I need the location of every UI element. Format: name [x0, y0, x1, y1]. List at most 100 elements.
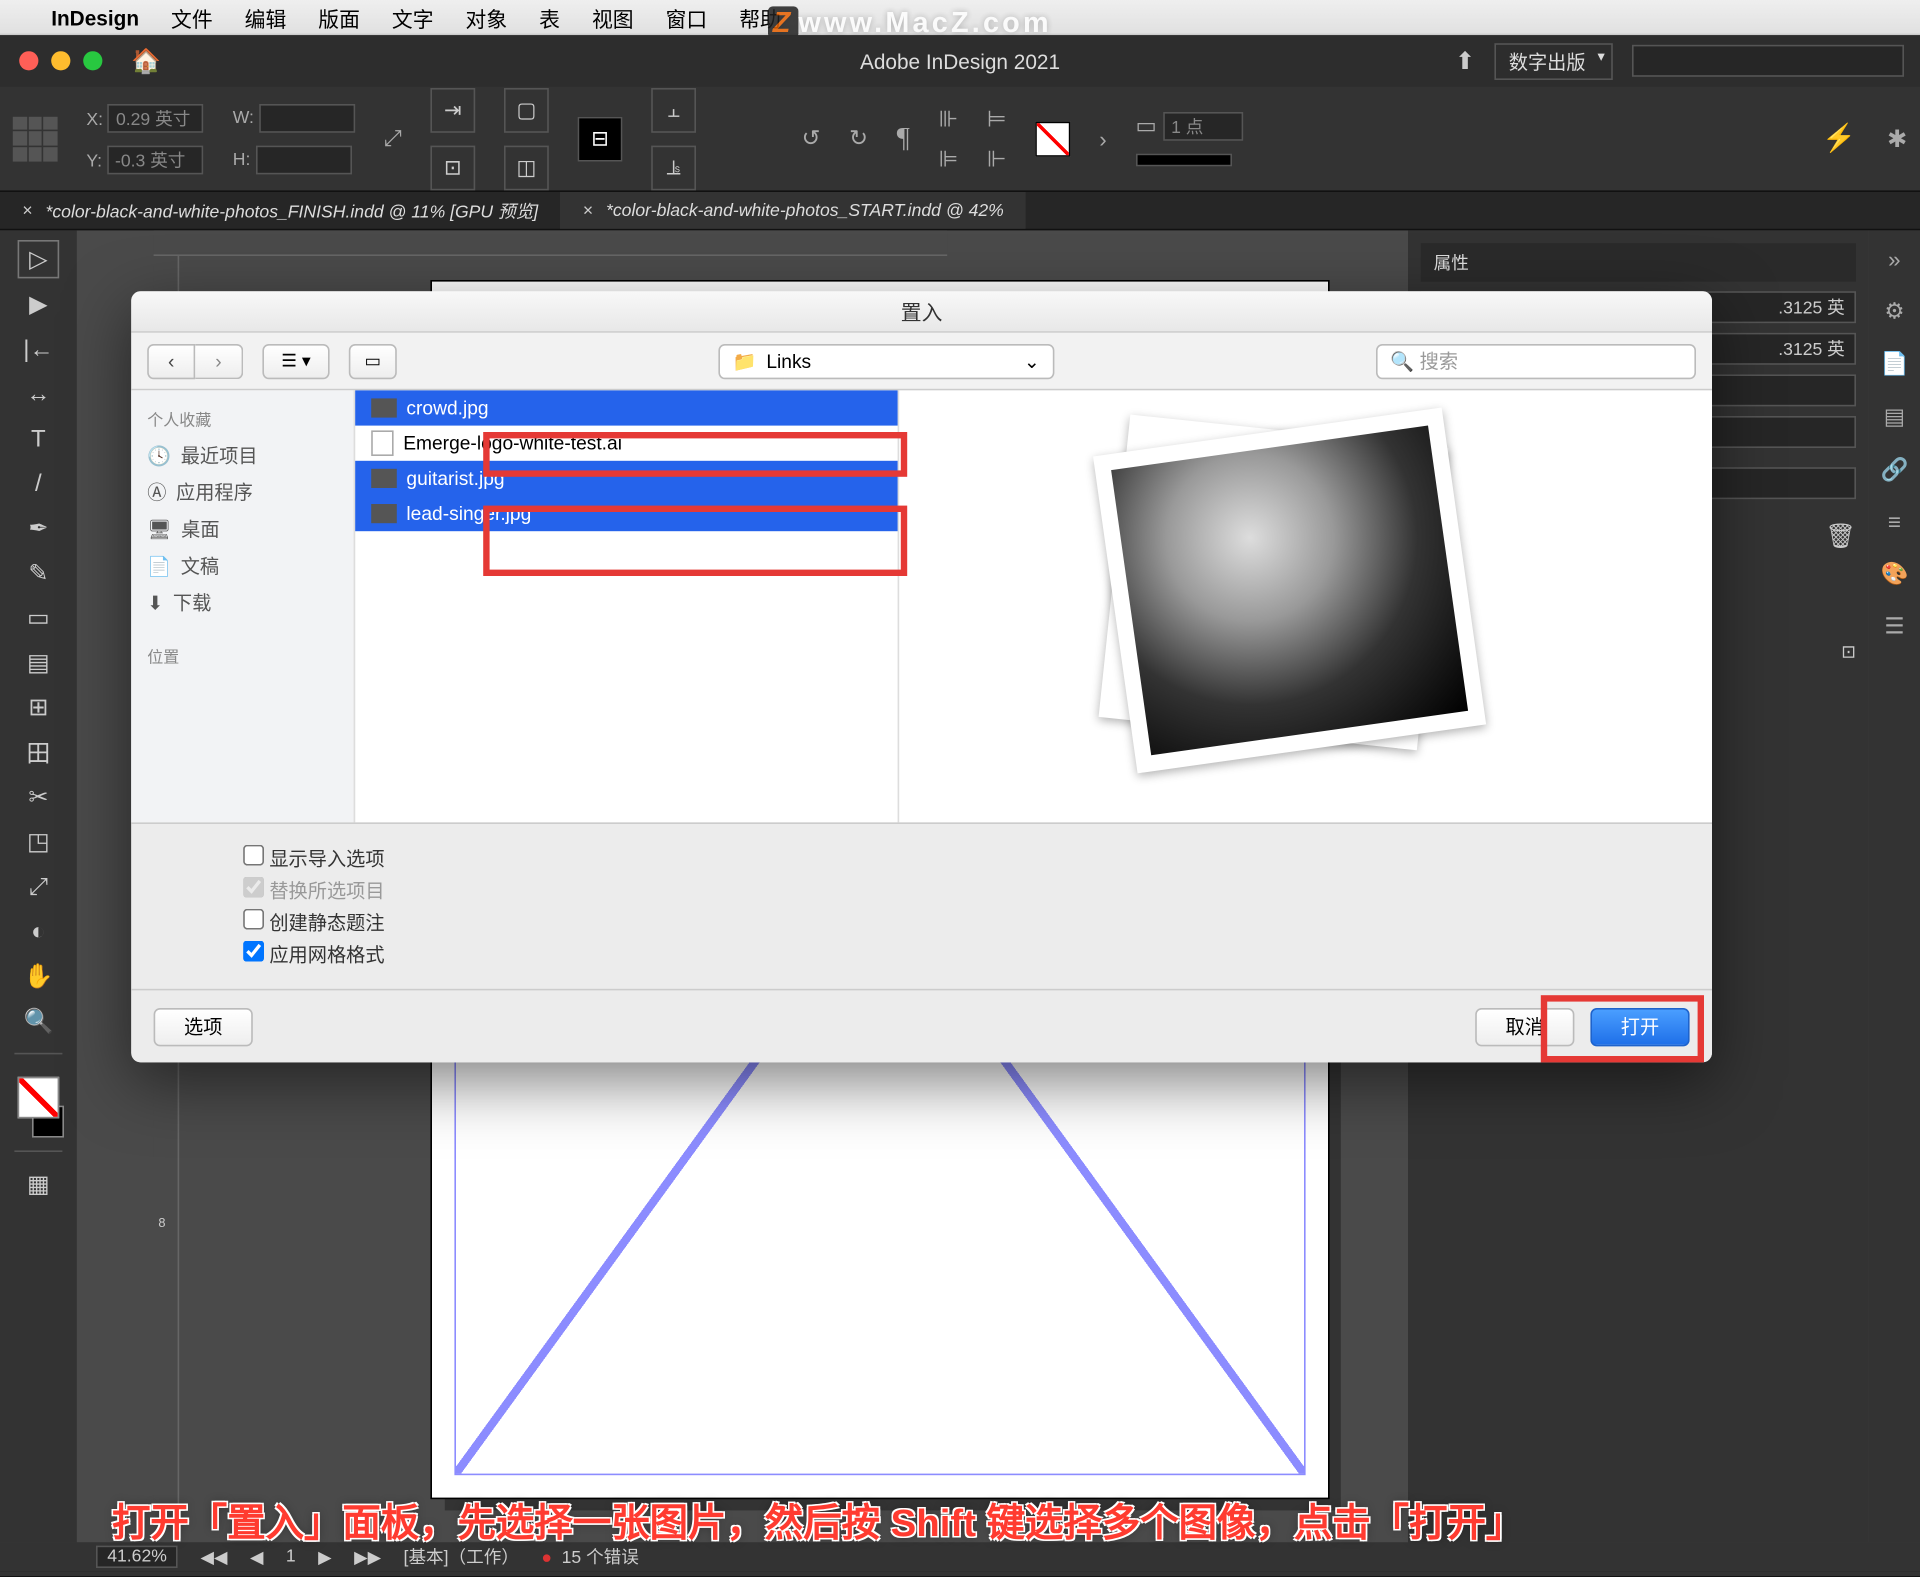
- expand-panels-icon[interactable]: »: [1888, 246, 1900, 272]
- create-caption-checkbox[interactable]: 创建静态题注: [243, 909, 1600, 936]
- page-nav-prev-icon[interactable]: ◀: [250, 1546, 264, 1567]
- menu-edit[interactable]: 编辑: [245, 2, 287, 32]
- file-item[interactable]: crowd.jpg: [355, 390, 897, 425]
- close-tab-icon[interactable]: ×: [583, 201, 593, 220]
- reference-point-grid[interactable]: [13, 116, 58, 161]
- menu-layout[interactable]: 版面: [318, 2, 360, 32]
- window-maximize-button[interactable]: [83, 51, 102, 70]
- workspace-select[interactable]: 数字出版: [1494, 42, 1612, 79]
- distribute-v-icon[interactable]: ⊫: [939, 145, 959, 172]
- location-select[interactable]: 📁Links⌄: [718, 343, 1054, 378]
- auto-fit-icon[interactable]: ⊟: [578, 116, 623, 161]
- direct-selection-tool-icon[interactable]: ▶: [18, 285, 60, 323]
- zoom-select[interactable]: 41.62%: [96, 1546, 178, 1568]
- show-import-options-checkbox[interactable]: 显示导入选项: [243, 845, 1600, 872]
- properties-header[interactable]: 属性: [1421, 243, 1856, 281]
- nav-forward-button[interactable]: ›: [195, 343, 243, 378]
- links-icon[interactable]: 🔗: [1880, 456, 1908, 483]
- fill-swatch[interactable]: [1035, 121, 1070, 156]
- gradient-swatch-tool-icon[interactable]: ⤢: [18, 867, 60, 905]
- w-input[interactable]: [259, 103, 355, 132]
- document-tab[interactable]: ×*color-black-and-white-photos_START.ind…: [561, 192, 1027, 229]
- file-item[interactable]: lead-singer.jpg: [355, 496, 897, 531]
- file-item[interactable]: guitarist.jpg: [355, 461, 897, 496]
- pencil-tool-icon[interactable]: ✎: [18, 554, 60, 592]
- center-content-icon[interactable]: ◫: [504, 145, 549, 190]
- grid-toggle-icon[interactable]: ⊡: [1841, 642, 1856, 663]
- sidebar-item-applications[interactable]: Ⓐ应用程序: [131, 474, 353, 511]
- align-h-icon[interactable]: ⊨: [987, 105, 1007, 132]
- file-item[interactable]: Emerge-logo-white-test.ai: [355, 426, 897, 461]
- page-tool-icon[interactable]: |←: [18, 330, 60, 368]
- selection-tool-icon[interactable]: ▷: [18, 240, 60, 278]
- y-input[interactable]: [107, 145, 203, 174]
- preflight-errors[interactable]: 15 个错误: [541, 1544, 639, 1570]
- page-nav-prev-icon[interactable]: ◀◀: [201, 1546, 228, 1567]
- preview-mode-icon[interactable]: ▦: [18, 1165, 60, 1203]
- scissors-tool-icon[interactable]: ✂: [18, 778, 60, 816]
- zoom-tool-icon[interactable]: 🔍: [18, 1002, 60, 1040]
- grid-tool-icon[interactable]: ⊞: [18, 688, 60, 726]
- home-icon[interactable]: 🏠: [131, 46, 161, 75]
- distribute-h-icon[interactable]: ⊪: [939, 105, 959, 132]
- document-tab[interactable]: ×*color-black-and-white-photos_FINISH.in…: [0, 192, 561, 229]
- cancel-button[interactable]: 取消: [1475, 1007, 1574, 1045]
- nav-back-button[interactable]: ‹: [147, 343, 195, 378]
- hand-tool-icon[interactable]: ✋: [18, 957, 60, 995]
- rotate-ccw-icon[interactable]: ↺: [802, 125, 821, 152]
- page-field[interactable]: 1: [286, 1547, 296, 1566]
- swatches-icon[interactable]: 🎨: [1880, 560, 1908, 587]
- x-input[interactable]: [108, 103, 204, 132]
- view-mode-button[interactable]: ☰ ▾: [262, 343, 329, 378]
- align-bottom-icon[interactable]: ⫡: [651, 145, 696, 190]
- stroke-size-input[interactable]: [1163, 111, 1243, 140]
- sidebar-item-documents[interactable]: 📄文稿: [131, 547, 353, 584]
- trash-icon[interactable]: 🗑: [1826, 522, 1856, 551]
- colors-icon[interactable]: ▤: [1884, 403, 1905, 430]
- paragraph-style-icon[interactable]: ¶: [897, 122, 910, 156]
- rotate-cw-icon[interactable]: ↻: [849, 125, 868, 152]
- menu-object[interactable]: 对象: [466, 2, 508, 32]
- window-minimize-button[interactable]: [51, 51, 70, 70]
- pages-icon[interactable]: 📄: [1880, 350, 1908, 377]
- table-tool-icon[interactable]: 田: [18, 733, 60, 771]
- more-arrow-icon[interactable]: ›: [1099, 126, 1106, 152]
- menu-icon[interactable]: ☰: [1884, 613, 1904, 640]
- scale-icon[interactable]: ⤢: [384, 125, 402, 152]
- adjust-icon[interactable]: ⚙: [1884, 298, 1904, 325]
- h-input[interactable]: [255, 145, 351, 174]
- sidebar-item-recents[interactable]: 🕓最近项目: [131, 437, 353, 474]
- fill-stroke-swatch[interactable]: [18, 1077, 60, 1119]
- menu-table[interactable]: 表: [539, 2, 560, 32]
- group-button[interactable]: ▭: [349, 343, 397, 378]
- menu-view[interactable]: 视图: [592, 2, 634, 32]
- menu-file[interactable]: 文件: [171, 2, 213, 32]
- sidebar-item-desktop[interactable]: 🖥桌面: [131, 510, 353, 547]
- free-transform-tool-icon[interactable]: ◳: [18, 822, 60, 860]
- menu-app[interactable]: InDesign: [51, 6, 139, 30]
- type-tool-icon[interactable]: T: [18, 419, 60, 457]
- align-top-icon[interactable]: ⫠: [651, 87, 696, 132]
- settings-icon[interactable]: ✱: [1887, 124, 1907, 153]
- pen-tool-icon[interactable]: ✒: [18, 509, 60, 547]
- menu-type[interactable]: 文字: [392, 2, 434, 32]
- search-input[interactable]: 🔍 搜索: [1376, 343, 1696, 378]
- align-v-icon[interactable]: ⊩: [987, 145, 1007, 172]
- close-tab-icon[interactable]: ×: [22, 201, 32, 220]
- stroke-panel-icon[interactable]: ≡: [1888, 509, 1901, 535]
- gpu-icon[interactable]: ⚡: [1822, 122, 1856, 154]
- options-button[interactable]: 选项: [154, 1007, 253, 1045]
- rectangle-tool-icon[interactable]: ▤: [18, 643, 60, 681]
- app-search[interactable]: [1632, 45, 1904, 77]
- fill-frame-icon[interactable]: ▢: [504, 87, 549, 132]
- apply-grid-checkbox[interactable]: 应用网格格式: [243, 941, 1600, 968]
- open-button[interactable]: 打开: [1590, 1007, 1689, 1045]
- gap-tool-icon[interactable]: ↔: [18, 374, 60, 412]
- stroke-style-select[interactable]: [1136, 153, 1232, 166]
- file-list[interactable]: crowd.jpg Emerge-logo-white-test.ai guit…: [355, 390, 899, 822]
- fit-frame-icon[interactable]: ⊡: [430, 145, 475, 190]
- menu-window[interactable]: 窗口: [666, 2, 708, 32]
- rectangle-frame-tool-icon[interactable]: ▭: [18, 598, 60, 636]
- sidebar-item-downloads[interactable]: ⬇下载: [131, 584, 353, 621]
- horizontal-ruler[interactable]: [154, 230, 948, 256]
